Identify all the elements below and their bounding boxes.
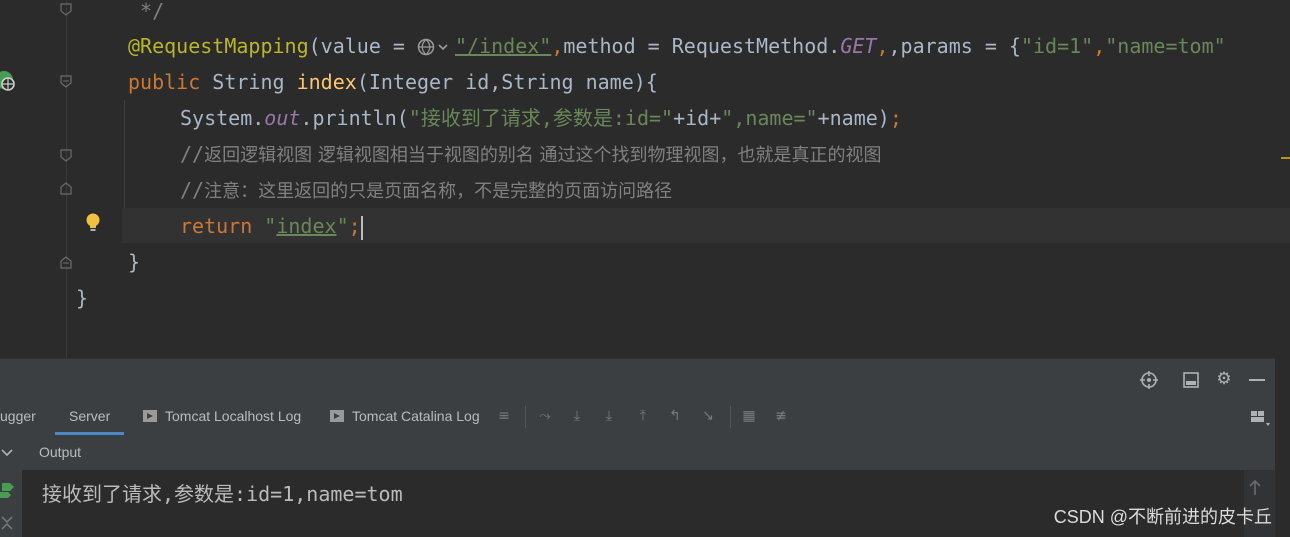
code-line: } <box>128 244 140 280</box>
comment: 返回逻辑视图 逻辑视图相当于视图的别名 通过这个找到物理视图，也就是真正的视图 <box>204 145 882 166</box>
code-token: +id+ <box>673 106 722 130</box>
layout-options-icon[interactable] <box>1251 409 1271 427</box>
code-token: (value = <box>308 34 417 58</box>
code-editor[interactable]: */ @RequestMapping(value = "/index",meth… <box>0 0 1290 358</box>
view-name[interactable]: index <box>276 214 336 238</box>
fold-marker-icon[interactable] <box>59 256 73 270</box>
warning-stripe[interactable] <box>1281 157 1290 159</box>
run-to-cursor-icon[interactable]: ↘ <box>699 407 717 425</box>
target-icon[interactable] <box>1140 371 1158 389</box>
fold-marker-icon[interactable] <box>59 74 73 88</box>
tab-server[interactable]: Server <box>55 398 125 435</box>
panel-tabs: ugger Server Tomcat Localhost Log Tomcat… <box>0 398 1275 436</box>
code-token: (Integer id,String name){ <box>356 70 658 94</box>
collapse-icon[interactable] <box>0 513 14 533</box>
panel-header: ⚙ <box>0 358 1275 399</box>
code-line: return "index"; <box>180 208 363 244</box>
fold-marker-icon[interactable] <box>59 182 73 196</box>
code-line: System.out.println("接收到了请求,参数是:id="+id+"… <box>180 100 902 136</box>
keyword: public <box>128 70 213 94</box>
lightbulb-icon[interactable] <box>84 212 102 234</box>
comment-end: */ <box>128 0 165 23</box>
fold-marker-icon[interactable] <box>59 148 73 162</box>
code-token: ; <box>889 106 902 130</box>
minimize-icon[interactable] <box>1249 379 1265 381</box>
scroll-up-icon[interactable] <box>1248 480 1262 496</box>
code-token: , <box>551 34 564 58</box>
code-line: //注意：这里返回的只是页面名称，不是完整的页面访问路径 <box>180 172 672 208</box>
layout-icon[interactable] <box>1183 372 1199 388</box>
code-token: ; <box>348 214 361 238</box>
annotation: @RequestMapping <box>128 34 309 58</box>
settings-list-icon[interactable]: ≢ <box>772 407 790 425</box>
redeploy-icon[interactable] <box>0 480 16 498</box>
code-token: System. <box>180 106 265 130</box>
string-literal: ",name=" <box>721 106 818 130</box>
code-token: .println( <box>300 106 409 130</box>
tab-label: Tomcat Catalina Log <box>352 408 480 424</box>
code-token: method = RequestMethod. <box>563 34 841 58</box>
keyword: return <box>180 214 265 238</box>
tab-label: ugger <box>0 408 36 424</box>
tab-tomcat-localhost-log[interactable]: Tomcat Localhost Log <box>143 398 301 435</box>
gutter-divider <box>66 0 67 358</box>
output-header: Output <box>22 435 1275 470</box>
text-caret <box>360 215 363 240</box>
code-line: } <box>76 280 88 316</box>
tab-debugger[interactable]: ugger <box>0 398 36 435</box>
code-line: //返回逻辑视图 逻辑视图相当于视图的别名 通过这个找到物理视图，也就是真正的视… <box>180 136 882 172</box>
param-value: "id=1" <box>1020 34 1094 58</box>
console-icon <box>143 410 157 422</box>
globe-icon[interactable] <box>417 38 453 56</box>
code-token: +name) <box>817 106 890 130</box>
method-name: index <box>296 70 357 94</box>
string-literal: " <box>336 214 349 238</box>
tab-label: Tomcat Localhost Log <box>165 408 302 424</box>
chevron-down-icon[interactable] <box>0 447 14 459</box>
request-path[interactable]: "/index" <box>455 34 551 58</box>
field: out <box>264 106 301 130</box>
comment: 注意：这里返回的只是页面名称，不是完整的页面访问路径 <box>204 181 673 202</box>
step-into-icon[interactable]: ⤓ <box>600 407 618 425</box>
panel-left-toolbar <box>0 435 22 537</box>
code-token: } <box>128 250 141 274</box>
toolbar-separator <box>730 406 731 428</box>
drop-frame-icon[interactable]: ↰ <box>666 407 684 425</box>
step-out-icon[interactable]: ⤒ <box>634 407 652 425</box>
menu-lines-icon[interactable]: ≡ <box>495 407 513 425</box>
code-token: String <box>212 70 297 94</box>
code-token: ,params = { <box>888 34 1021 58</box>
code-line: public String index(Integer id,String na… <box>128 64 658 100</box>
vertical-scrollbar[interactable] <box>1275 358 1290 537</box>
string-literal: "接收到了请求,参数是:id=" <box>408 106 674 130</box>
code-token: } <box>76 286 89 310</box>
param-value: "name=tom" <box>1105 34 1226 58</box>
code-line: */ <box>128 0 164 29</box>
code-line: @RequestMapping(value = "/index",method … <box>128 34 1226 58</box>
output-text: 接收到了请求,参数是:id=1,name=tom <box>42 482 403 506</box>
console-icon <box>330 410 344 422</box>
tab-label: Server <box>69 408 111 424</box>
tab-tomcat-catalina-log[interactable]: Tomcat Catalina Log <box>330 398 480 435</box>
web-endpoint-gutter-icon[interactable] <box>0 68 18 92</box>
comment: // <box>180 142 205 166</box>
table-icon[interactable]: ▦ <box>740 407 758 425</box>
http-method: GET <box>840 34 877 58</box>
watermark: CSDN @不断前进的皮卡丘 <box>1053 507 1272 527</box>
comment: // <box>180 178 205 202</box>
toolbar-separator <box>525 406 526 428</box>
output-label: Output <box>39 444 82 460</box>
fold-marker-icon[interactable] <box>59 2 73 16</box>
restore-layout-icon[interactable]: ⤳ <box>536 407 554 425</box>
step-over-icon[interactable]: ⤓ <box>568 407 586 425</box>
gear-icon[interactable]: ⚙ <box>1213 369 1235 389</box>
string-literal: " <box>264 214 277 238</box>
